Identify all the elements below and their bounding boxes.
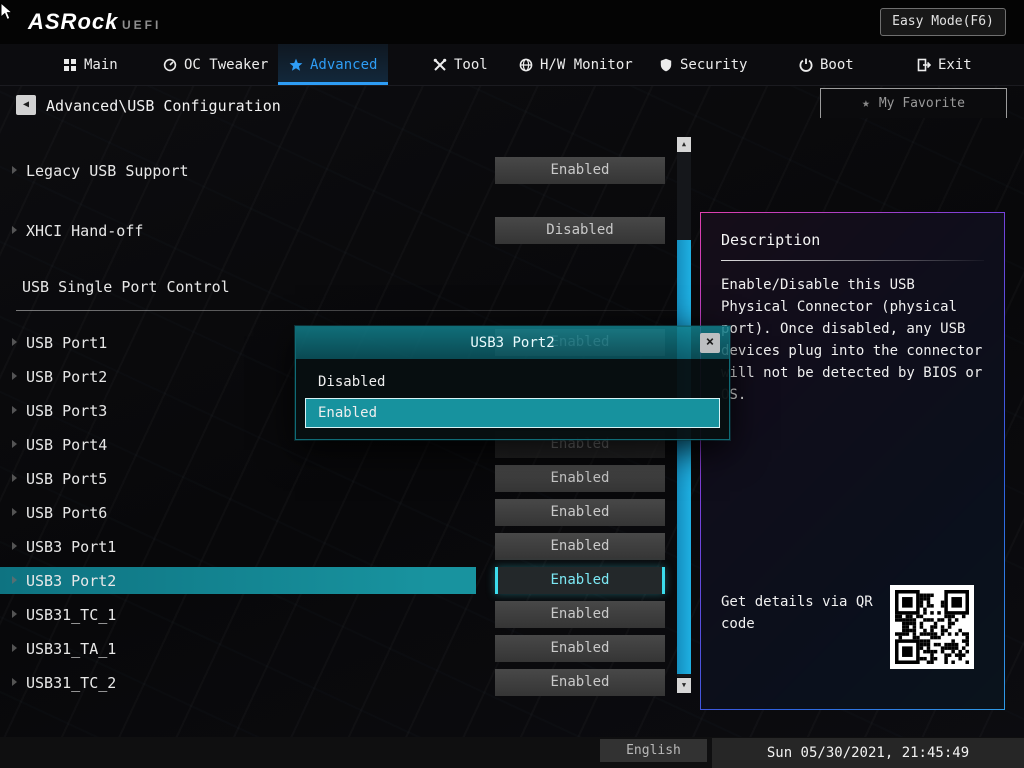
tab-exit[interactable]: Exit: [906, 44, 983, 85]
description-panel: Description Enable/Disable this USB Phys…: [700, 212, 1005, 710]
popup-title: USB3 Port2: [296, 327, 729, 359]
scroll-down-icon: ▼: [681, 681, 687, 689]
section-header: USB Single Port Control: [0, 273, 695, 311]
popup-option-enabled[interactable]: Enabled: [305, 398, 720, 428]
setting-value-button[interactable]: Enabled: [495, 635, 665, 662]
setting-label: USB Port2: [26, 367, 108, 386]
scroll-up-icon: ▲: [681, 140, 687, 148]
description-text: Enable/Disable this USB Physical Connect…: [721, 277, 983, 403]
tab-label: Exit: [938, 56, 972, 73]
setting-value-button[interactable]: Enabled: [495, 465, 665, 492]
setting-label: USB31_TA_1: [26, 639, 117, 658]
setting-row[interactable]: USB31_TC_1 Enabled: [0, 601, 695, 628]
setting-row[interactable]: USB31_TA_1 Enabled: [0, 635, 695, 662]
tab-boot[interactable]: Boot: [788, 44, 865, 85]
setting-value-button[interactable]: Enabled: [495, 567, 665, 594]
exit-door-icon: [917, 58, 931, 71]
setting-value-button[interactable]: Disabled: [495, 217, 665, 244]
item-bullet-icon: [12, 542, 17, 550]
description-panel-inner: Description Enable/Disable this USB Phys…: [701, 213, 1004, 709]
option-popup: USB3 Port2 × Disabled Enabled: [295, 326, 730, 440]
item-bullet-icon: [12, 406, 17, 414]
setting-label: USB Port5: [26, 469, 108, 488]
close-icon: ×: [705, 334, 715, 350]
setting-row[interactable]: USB Port6 Enabled: [0, 499, 695, 526]
setting-label: USB Port4: [26, 435, 108, 454]
language-button[interactable]: English: [600, 739, 707, 762]
item-bullet-icon: [12, 576, 17, 584]
item-bullet-icon: [12, 508, 17, 516]
popup-options: Disabled Enabled: [296, 359, 729, 439]
qr-code: [890, 585, 974, 669]
setting-row[interactable]: Legacy USB Support Enabled: [0, 157, 695, 184]
setting-value-button[interactable]: Enabled: [495, 533, 665, 560]
popup-close-button[interactable]: ×: [700, 333, 720, 353]
setting-label: USB Port6: [26, 503, 108, 522]
setting-row[interactable]: XHCI Hand-off Disabled: [0, 217, 695, 244]
tab-label: Boot: [820, 56, 854, 73]
setting-value-button[interactable]: Enabled: [495, 669, 665, 696]
item-bullet-icon: [12, 474, 17, 482]
qr-code-label: Get details via QR code: [721, 594, 873, 632]
setting-value-button[interactable]: Enabled: [495, 157, 665, 184]
popup-option-disabled[interactable]: Disabled: [306, 368, 719, 396]
item-bullet-icon: [12, 338, 17, 346]
easy-mode-button[interactable]: Easy Mode(F6): [880, 8, 1006, 36]
setting-label: USB Port3: [26, 401, 108, 420]
item-bullet-icon: [12, 372, 17, 380]
setting-row[interactable]: USB31_TC_2 Enabled: [0, 669, 695, 696]
setting-label: USB Port1: [26, 333, 108, 352]
setting-value-button[interactable]: Enabled: [495, 601, 665, 628]
scrollbar-thumb[interactable]: [677, 240, 691, 674]
section-divider: [16, 310, 690, 311]
description-title: Description: [721, 231, 821, 249]
my-favorite-label: My Favorite: [878, 96, 965, 111]
setting-label: USB31_TC_1: [26, 605, 117, 624]
favorite-star-icon: ★: [862, 96, 870, 111]
setting-label: USB Single Port Control: [22, 277, 230, 296]
setting-label: USB31_TC_2: [26, 673, 117, 692]
item-bullet-icon: [12, 226, 17, 234]
setting-label: Legacy USB Support: [26, 161, 189, 180]
item-bullet-icon: [12, 440, 17, 448]
setting-label: USB3 Port1: [26, 537, 117, 556]
mouse-cursor-icon: [0, 1, 15, 26]
datetime-display: Sun 05/30/2021, 21:45:49: [712, 738, 1024, 768]
scroll-down-button[interactable]: ▼: [677, 678, 691, 693]
power-icon: [799, 58, 813, 72]
my-favorite-button[interactable]: ★ My Favorite: [820, 88, 1007, 118]
item-bullet-icon: [12, 610, 17, 618]
item-bullet-icon: [12, 166, 17, 174]
setting-label: USB3 Port2: [26, 571, 117, 590]
setting-row[interactable]: USB3 Port2 Enabled: [0, 567, 695, 594]
setting-label: XHCI Hand-off: [26, 221, 144, 240]
scroll-up-button[interactable]: ▲: [677, 137, 691, 152]
setting-row[interactable]: USB3 Port1 Enabled: [0, 533, 695, 560]
item-bullet-icon: [12, 644, 17, 652]
setting-row[interactable]: USB Port5 Enabled: [0, 465, 695, 492]
setting-value-button[interactable]: Enabled: [495, 499, 665, 526]
item-bullet-icon: [12, 678, 17, 686]
description-divider: [721, 260, 984, 261]
